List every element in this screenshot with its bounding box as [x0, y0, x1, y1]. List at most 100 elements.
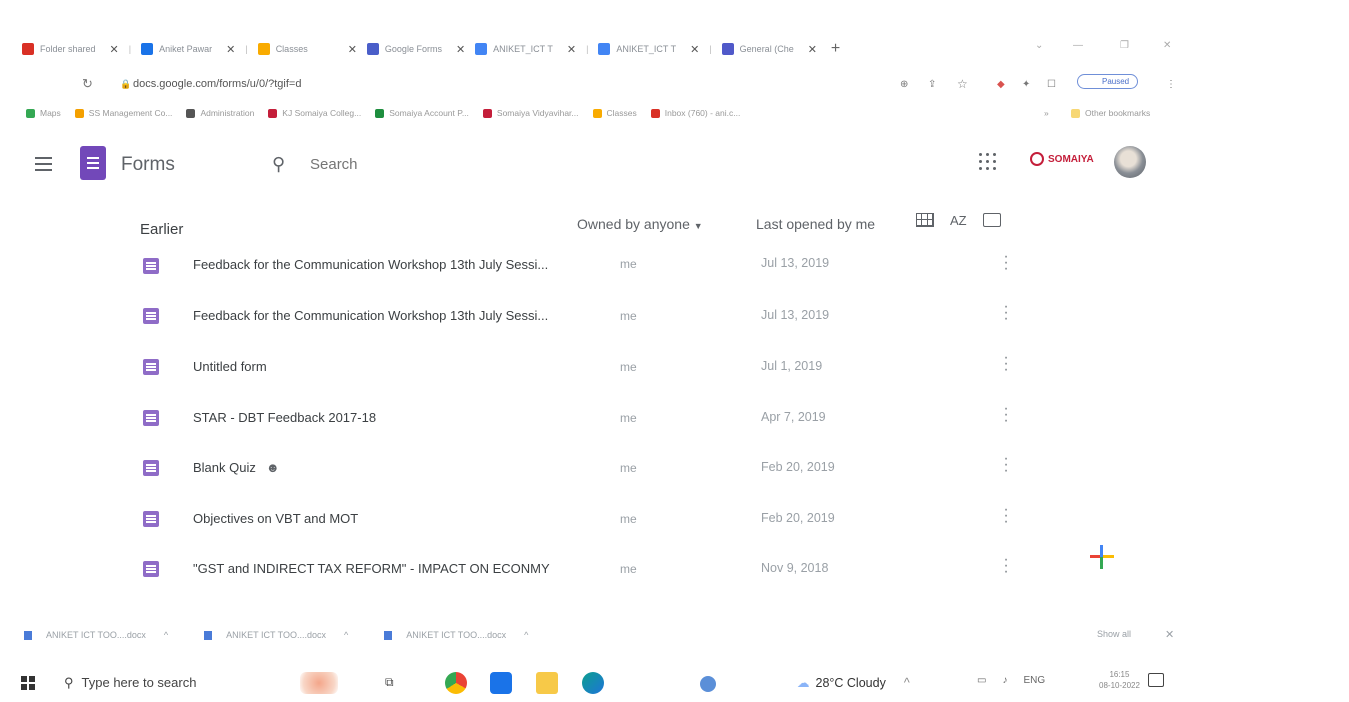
window-close-button[interactable]: ✕ — [1163, 40, 1171, 51]
bookmark-item[interactable]: Classes — [592, 108, 637, 118]
list-item[interactable]: Untitled form me Jul 1, 2019 · · · — [0, 341, 1100, 391]
volume-icon[interactable]: ♪ — [1002, 675, 1007, 686]
battery-icon[interactable]: ▭ — [977, 675, 986, 686]
bookmark-item[interactable]: Somaiya Account P... — [375, 108, 469, 118]
system-clock[interactable]: 16:15 08-10-2022 — [1099, 669, 1140, 691]
help-app-icon[interactable] — [700, 676, 716, 692]
download-item[interactable]: ANIKET ICT TOO....docx ^ — [384, 630, 528, 640]
sidepanel-icon[interactable]: ☐ — [1047, 79, 1056, 90]
form-file-icon — [143, 460, 159, 476]
bookmark-item[interactable]: Administration — [186, 108, 254, 118]
browser-tab[interactable]: Aniket Pawar ✕ | — [141, 38, 248, 60]
search-icon[interactable]: ⚲ — [272, 154, 285, 175]
form-title: Feedback for the Communication Workshop … — [193, 257, 549, 272]
create-form-button[interactable] — [1090, 545, 1114, 569]
show-all-downloads-button[interactable]: Show all — [1097, 629, 1131, 639]
close-tab-icon[interactable]: ✕ — [567, 43, 576, 56]
bookmark-label: Somaiya Account P... — [389, 108, 469, 118]
form-owner: me — [620, 461, 637, 475]
apps-grid-icon[interactable] — [979, 153, 997, 171]
download-item[interactable]: ANIKET ICT TOO....docx ^ — [24, 630, 168, 640]
tab-search-icon[interactable]: ⌄ — [1035, 40, 1043, 51]
restore-button[interactable]: ❐ — [1120, 40, 1129, 51]
other-bookmarks[interactable]: Other bookmarks — [1071, 108, 1150, 118]
list-item[interactable]: Blank Quiz ☻ me Feb 20, 2019 · · · — [0, 442, 1100, 492]
main-menu-icon[interactable] — [35, 157, 52, 175]
bookmark-item[interactable]: Inbox (760) - ani.c... — [650, 108, 740, 118]
more-options-icon[interactable]: · · · — [1000, 299, 1012, 327]
browser-tab[interactable]: General (Che ✕ — [721, 38, 817, 60]
news-widget-icon[interactable] — [300, 672, 338, 694]
profile-chip[interactable]: Paused — [1077, 74, 1139, 89]
close-tab-icon[interactable]: ✕ — [348, 43, 357, 56]
grid-view-icon[interactable] — [916, 213, 934, 227]
browser-tab[interactable]: Classes ✕ — [257, 38, 357, 60]
sort-az-icon[interactable]: AZ — [950, 213, 967, 228]
list-item[interactable]: Objectives on VBT and MOT me Feb 20, 201… — [0, 493, 1100, 543]
extension-icon[interactable]: ◆ — [997, 79, 1005, 90]
form-title-with-share: Blank Quiz ☻ — [193, 460, 280, 475]
browser-tab[interactable]: Folder shared ✕ | — [22, 38, 131, 60]
download-item[interactable]: ANIKET ICT TOO....docx ^ — [204, 630, 348, 640]
new-tab-button[interactable]: + — [831, 40, 840, 58]
address-bar-row: ↻ 🔒 docs.google.com/forms/u/0/?tgif=d ⊕ … — [0, 72, 1349, 96]
chevron-up-icon[interactable]: ^ — [904, 676, 910, 690]
folder-picker-icon[interactable] — [982, 213, 1001, 227]
owner-filter-dropdown[interactable]: Owned by anyone ▼ — [577, 216, 703, 232]
tab-label: Folder shared — [40, 44, 96, 54]
url-field[interactable]: docs.google.com/forms/u/0/?tgif=d — [133, 78, 301, 90]
form-file-icon — [143, 308, 159, 324]
list-item[interactable]: "GST and INDIRECT TAX REFORM" - IMPACT O… — [0, 543, 1100, 593]
share-icon[interactable]: ⇪ — [928, 79, 936, 90]
chevron-up-icon[interactable]: ^ — [524, 630, 528, 640]
bookmark-item[interactable]: KJ Somaiya Colleg... — [268, 108, 361, 118]
shared-people-icon: ☻ — [265, 460, 280, 475]
more-options-icon[interactable]: · · · — [1000, 249, 1012, 277]
minimize-button[interactable]: — — [1073, 40, 1083, 51]
close-downloads-icon[interactable]: ✕ — [1165, 628, 1174, 641]
taskbar-search[interactable]: ⚲ Type here to search — [64, 675, 196, 691]
more-options-icon[interactable]: · · · — [1000, 552, 1012, 580]
more-options-icon[interactable]: · · · — [1000, 350, 1012, 378]
bookmark-item[interactable]: Maps — [26, 108, 61, 118]
close-tab-icon[interactable]: ✕ — [226, 43, 235, 56]
task-view-icon[interactable]: ⧉ — [385, 675, 394, 690]
mail-icon[interactable] — [490, 672, 512, 694]
language-indicator[interactable]: ENG — [1023, 675, 1045, 686]
close-tab-icon[interactable]: ✕ — [456, 43, 465, 56]
edge-icon[interactable] — [582, 672, 604, 694]
chevron-up-icon[interactable]: ^ — [164, 630, 168, 640]
maps-icon — [26, 108, 35, 118]
forms-logo-icon[interactable] — [80, 146, 106, 180]
more-options-icon[interactable]: · · · — [1000, 502, 1012, 530]
search-input[interactable] — [310, 156, 570, 173]
list-item[interactable]: Feedback for the Communication Workshop … — [0, 290, 1100, 340]
chevron-up-icon[interactable]: ^ — [344, 630, 348, 640]
notification-icon[interactable] — [1148, 673, 1164, 687]
menu-icon[interactable]: ⋮ — [1166, 79, 1176, 90]
more-options-icon[interactable]: · · · — [1000, 401, 1012, 429]
browser-tab[interactable]: ANIKET_ICT T ✕ | — [475, 38, 588, 60]
more-options-icon[interactable]: · · · — [1000, 451, 1012, 479]
download-filename: ANIKET ICT TOO....docx — [406, 630, 507, 640]
star-icon[interactable]: ☆ — [957, 77, 968, 91]
close-tab-icon[interactable]: ✕ — [690, 43, 699, 56]
zoom-icon[interactable]: ⊕ — [900, 79, 908, 90]
weather-widget[interactable]: ☁ 28°C Cloudy ^ — [797, 675, 910, 690]
avatar[interactable] — [1114, 146, 1146, 178]
file-explorer-icon[interactable] — [536, 672, 558, 694]
chrome-icon[interactable] — [445, 672, 467, 694]
close-tab-icon[interactable]: ✕ — [110, 43, 119, 56]
bookmark-item[interactable]: Somaiya Vidyavihar... — [482, 108, 579, 118]
reload-icon[interactable]: ↻ — [82, 76, 93, 92]
sort-dropdown[interactable]: Last opened by me — [756, 216, 875, 232]
close-tab-icon[interactable]: ✕ — [808, 43, 817, 56]
browser-tab[interactable]: ANIKET_ICT T ✕ | — [598, 38, 712, 60]
list-item[interactable]: STAR - DBT Feedback 2017-18 me Apr 7, 20… — [0, 392, 1100, 442]
list-item[interactable]: Feedback for the Communication Workshop … — [0, 240, 1100, 290]
bookmarks-overflow-icon[interactable]: » — [1044, 108, 1049, 118]
windows-start-icon[interactable] — [21, 676, 35, 690]
puzzle-icon[interactable]: ✦ — [1022, 79, 1030, 90]
browser-tab-active[interactable]: Google Forms ✕ — [366, 38, 465, 60]
bookmark-item[interactable]: SS Management Co... — [74, 108, 172, 118]
